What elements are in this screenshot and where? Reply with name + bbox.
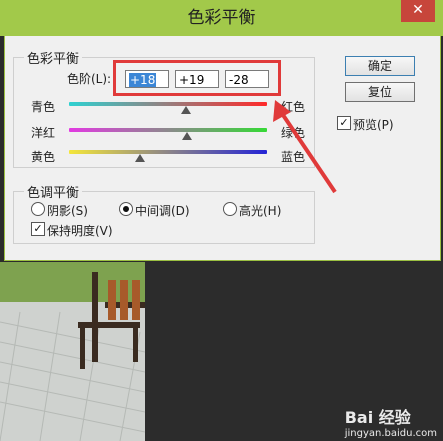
title-bar: 色彩平衡 ✕ bbox=[0, 0, 443, 36]
watermark: Bai 经验 jingyan.baidu.com bbox=[345, 404, 437, 439]
cyan-red-thumb[interactable] bbox=[181, 106, 191, 114]
close-button[interactable]: ✕ bbox=[401, 0, 435, 22]
highlight-box bbox=[113, 60, 281, 96]
window-title: 色彩平衡 bbox=[187, 8, 256, 28]
slider-left-label: 黄色 bbox=[31, 150, 56, 164]
yellow-blue-thumb[interactable] bbox=[135, 154, 145, 162]
midtones-label: 中间调(D) bbox=[135, 204, 190, 218]
shadows-label: 阴影(S) bbox=[47, 204, 88, 218]
tone-balance-legend: 色调平衡 bbox=[27, 186, 80, 201]
magenta-green-thumb[interactable] bbox=[182, 132, 192, 140]
dialog-body: 色彩平衡 色阶(L): +18 +19 -28 青色 红色 洋红 绿色 黄色 蓝… bbox=[4, 36, 441, 261]
watermark-logo: Bai 经验 bbox=[344, 408, 411, 427]
highlights-label: 高光(H) bbox=[239, 204, 282, 218]
midtones-radio[interactable] bbox=[119, 202, 133, 216]
highlights-radio[interactable] bbox=[223, 202, 237, 216]
levels-label: 色阶(L): bbox=[67, 72, 112, 86]
ok-button[interactable]: 确定 bbox=[345, 56, 415, 76]
preview-label: 预览(P) bbox=[353, 118, 394, 132]
preview-photo: Bai 经验 jingyan.baidu.com bbox=[0, 262, 443, 441]
shadows-radio[interactable] bbox=[31, 202, 45, 216]
yellow-blue-slider[interactable] bbox=[69, 150, 267, 154]
preserve-luminosity-checkbox[interactable]: ✓ bbox=[31, 222, 45, 236]
red-arrow-icon bbox=[273, 100, 337, 194]
cyan-red-slider[interactable] bbox=[69, 102, 267, 106]
preserve-luminosity-label: 保持明度(V) bbox=[47, 224, 113, 238]
magenta-green-slider[interactable] bbox=[69, 128, 267, 132]
color-balance-legend: 色彩平衡 bbox=[27, 52, 80, 67]
watermark-url: jingyan.baidu.com bbox=[344, 428, 437, 439]
slider-left-label: 洋红 bbox=[31, 126, 56, 140]
reset-button[interactable]: 复位 bbox=[345, 82, 415, 102]
slider-left-label: 青色 bbox=[31, 100, 56, 114]
